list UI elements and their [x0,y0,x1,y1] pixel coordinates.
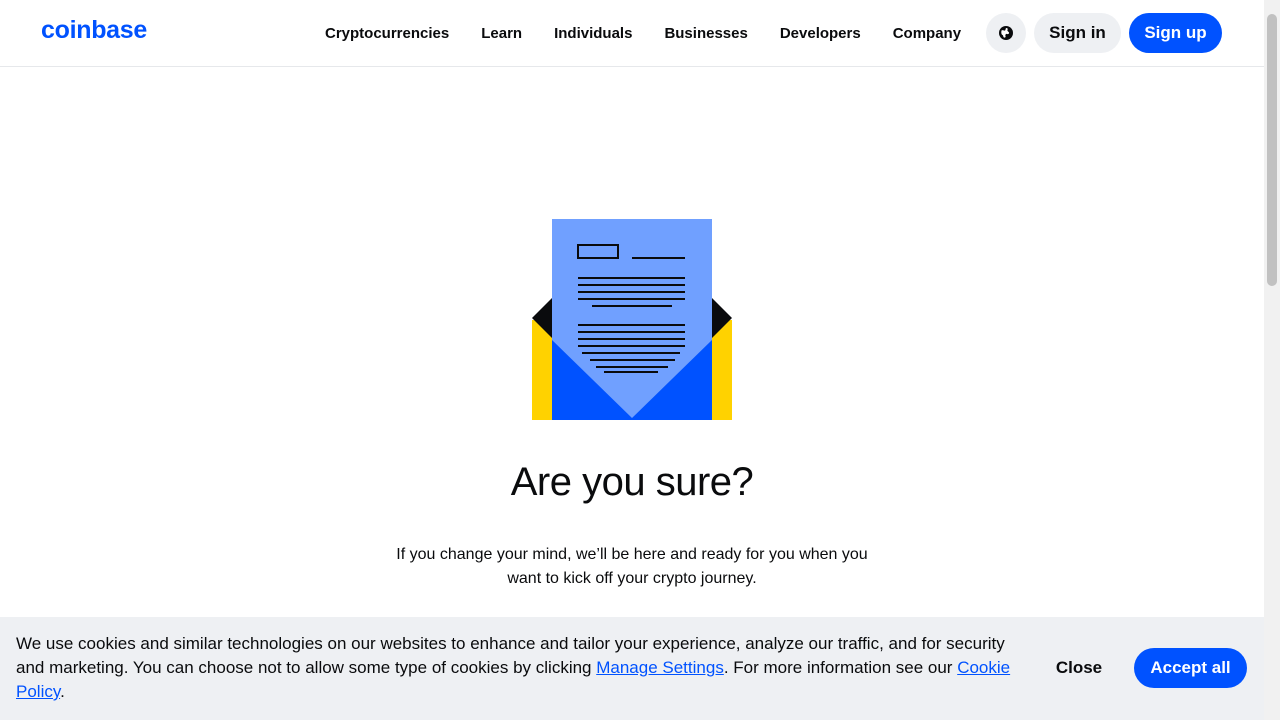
nav-developers[interactable]: Developers [764,25,877,42]
cookie-text-middle: . For more information see our [723,658,958,677]
cookie-message: We use cookies and similar technologies … [16,632,1026,704]
site-header: coinbase Cryptocurrencies Learn Individu… [0,0,1264,67]
vertical-scrollbar[interactable] [1264,0,1280,720]
envelope-letter-icon [532,219,732,420]
sign-up-button[interactable]: Sign up [1129,13,1222,53]
nav-company[interactable]: Company [877,25,977,42]
cookie-banner: We use cookies and similar technologies … [0,617,1264,720]
main-nav: Cryptocurrencies Learn Individuals Busin… [309,0,977,66]
accept-all-button[interactable]: Accept all [1134,648,1247,688]
globe-icon [999,26,1013,40]
nav-individuals[interactable]: Individuals [538,25,648,42]
language-button[interactable] [986,13,1026,53]
nav-cryptocurrencies[interactable]: Cryptocurrencies [309,25,465,42]
page: coinbase Cryptocurrencies Learn Individu… [0,0,1264,720]
coinbase-logo[interactable]: coinbase [41,16,147,45]
nav-businesses[interactable]: Businesses [648,25,763,42]
cookie-close-button[interactable]: Close [1040,649,1118,687]
scrollbar-thumb[interactable] [1267,14,1277,286]
nav-learn[interactable]: Learn [465,25,538,42]
page-title: Are you sure? [510,460,754,504]
cookie-text-after: . [60,682,65,701]
manage-settings-link[interactable]: Manage Settings [596,658,724,677]
sign-in-button[interactable]: Sign in [1034,13,1121,53]
page-subtitle: If you change your mind, we’ll be here a… [396,546,868,587]
